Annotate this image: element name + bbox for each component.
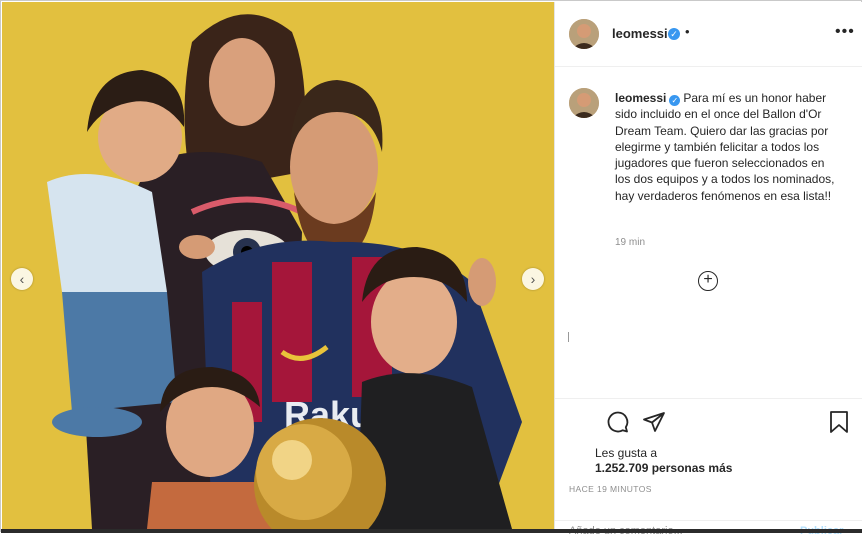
next-photo-button[interactable]: ›	[522, 268, 544, 290]
caption-text: Para mí es un honor haber sido incluido …	[615, 91, 835, 203]
verified-badge-icon: ✓	[668, 28, 680, 40]
username-link[interactable]: leomessi	[612, 26, 668, 41]
post-caption: leomessi ✓ Para mí es un honor haber sido …	[615, 90, 843, 204]
share-icon[interactable]	[642, 410, 666, 434]
post-header: leomessi ✓ • •••	[555, 2, 862, 67]
post-photo[interactable]: Rakuten ‹ ›	[2, 2, 554, 529]
bookmark-icon[interactable]	[828, 410, 850, 434]
post-actions: Les gusta a 1.252.709 personas más HACE …	[555, 398, 862, 537]
more-options-icon[interactable]: •••	[835, 23, 855, 41]
avatar[interactable]	[569, 19, 599, 49]
family-photo-illustration: Rakuten	[2, 2, 554, 529]
window-bottom-bar	[1, 529, 862, 533]
caption-avatar[interactable]	[569, 88, 599, 118]
caption-verified-icon: ✓	[669, 95, 681, 106]
caption-time: 19 min	[615, 237, 646, 248]
post-timestamp: HACE 19 MINUTOS	[569, 484, 652, 494]
chevron-left-icon: ‹	[19, 271, 25, 287]
post-window: Rakuten ‹ › leomessi ✓ • ••• leomessi ✓ …	[0, 0, 862, 537]
caption-avatar-image	[569, 88, 599, 118]
text-cursor	[568, 332, 569, 342]
header-separator: •	[685, 24, 690, 39]
previous-photo-button[interactable]: ‹	[11, 268, 33, 290]
post-side-panel: leomessi ✓ • ••• leomessi ✓ Para mí es un …	[554, 2, 862, 537]
load-more-comments-icon[interactable]: +	[698, 271, 718, 291]
likes-prefix: Les gusta a	[595, 446, 658, 460]
comment-icon[interactable]	[606, 410, 630, 434]
likes-count[interactable]: 1.252.709 personas más	[595, 461, 732, 475]
caption-username[interactable]: leomessi	[615, 91, 666, 105]
chevron-right-icon: ›	[530, 271, 536, 287]
avatar-image	[569, 19, 599, 49]
